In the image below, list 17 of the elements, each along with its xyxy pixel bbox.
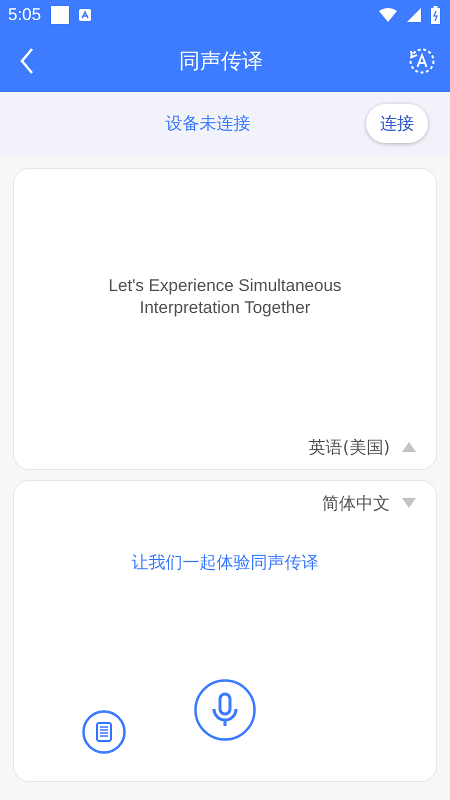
target-text: 让我们一起体验同声传译 bbox=[132, 552, 318, 574]
back-icon[interactable] bbox=[20, 48, 34, 74]
page-title: 同声传译 bbox=[178, 48, 264, 75]
wifi-icon bbox=[379, 8, 397, 22]
language-label[interactable]: 简体中文 bbox=[322, 492, 390, 514]
status-time: 5:05 bbox=[8, 5, 42, 25]
app-notification-icon bbox=[79, 9, 92, 21]
connection-status: 设备未连接 bbox=[164, 113, 252, 135]
notification-icon bbox=[51, 6, 70, 24]
signal-icon bbox=[407, 8, 421, 22]
battery-icon bbox=[431, 6, 440, 24]
document-button[interactable] bbox=[82, 710, 126, 756]
source-text: Let's Experience Simultaneous Interpretation Together bbox=[108, 275, 342, 319]
connect-button[interactable]: 连接 bbox=[366, 104, 428, 143]
microphone-button[interactable] bbox=[194, 678, 256, 744]
language-reset-icon[interactable] bbox=[408, 47, 436, 75]
language-label[interactable]: 英语(美国) bbox=[308, 436, 390, 458]
